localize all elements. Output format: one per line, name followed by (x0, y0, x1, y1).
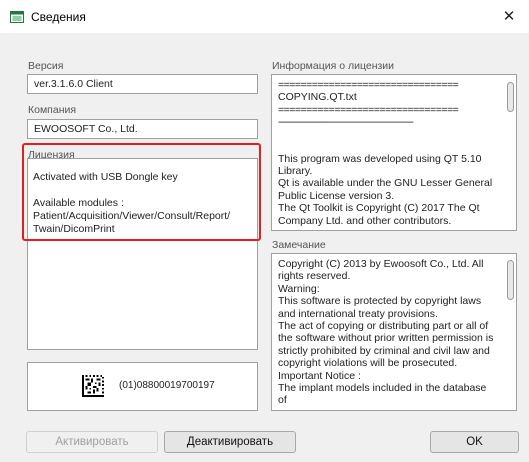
version-field: ver.3.1.6.0 Client (27, 74, 258, 94)
title-bar: Сведения ✕ (0, 0, 529, 33)
company-field: EWOOSOFT Co., Ltd. (27, 119, 258, 139)
info-line (278, 129, 498, 141)
info-line: Public License version 3. (278, 189, 395, 202)
info-line: ----------------------------------------… (278, 116, 414, 129)
remark-line: rights reserved. (278, 270, 351, 283)
remark-line: and international treaty provisions. (278, 307, 438, 320)
info-line: ================================ (278, 103, 459, 116)
info-line: This program was developed using QT 5.10 (278, 152, 482, 165)
license-info-box: ================================ COPYING… (271, 74, 517, 231)
remark-line: Important Notice : (278, 369, 361, 382)
remark-line: Copyright (C) 2013 by Ewoosoft Co., Ltd.… (278, 258, 484, 270)
remark-box: Copyright (C) 2013 by Ewoosoft Co., Ltd.… (271, 253, 517, 411)
remark-line: The act of copying or distributing part … (278, 320, 489, 333)
license-highlight-frame (22, 143, 261, 241)
remark-label: Замечание (272, 239, 326, 251)
remark-line: the software without prior written permi… (278, 332, 494, 345)
info-line: COPYING.QT.txt (278, 91, 357, 104)
info-line: The Qt Toolkit is Copyright (C) 2017 The… (278, 202, 480, 215)
remark-line: This software is protected by copyright … (278, 295, 482, 308)
dialog-footer: Активировать Деактивировать OK (0, 423, 529, 462)
license-info-label: Информация о лицензии (272, 60, 395, 72)
close-button[interactable]: ✕ (489, 0, 529, 33)
info-line: Library. (278, 165, 313, 178)
window-title: Сведения (31, 10, 86, 24)
info-line: Company Ltd. and other contributors. (278, 214, 452, 227)
datamatrix-code-icon (82, 375, 104, 397)
remark-line: The implant models included in the datab… (278, 382, 487, 407)
activate-button[interactable]: Активировать (26, 431, 158, 453)
dongle-code-box: (01)08800019700197 (27, 362, 258, 411)
remark-line: strictly prohibited by criminal and civi… (278, 344, 490, 357)
version-label: Версия (28, 60, 64, 72)
license-info-scrollbar[interactable] (507, 82, 514, 112)
ok-button[interactable]: OK (430, 431, 519, 453)
remark-line: copyright violations will be prosecuted. (278, 357, 458, 370)
dongle-code: (01)08800019700197 (119, 380, 215, 391)
company-label: Компания (28, 104, 77, 116)
remark-scrollbar[interactable] (507, 260, 514, 300)
app-window-icon (10, 11, 24, 23)
deactivate-button[interactable]: Деактивировать (164, 431, 296, 453)
info-line: Qt is available under the GNU Lesser Gen… (278, 177, 493, 190)
info-line (278, 141, 498, 153)
remark-line: Warning: (278, 282, 320, 295)
info-line: ================================ (278, 79, 459, 91)
